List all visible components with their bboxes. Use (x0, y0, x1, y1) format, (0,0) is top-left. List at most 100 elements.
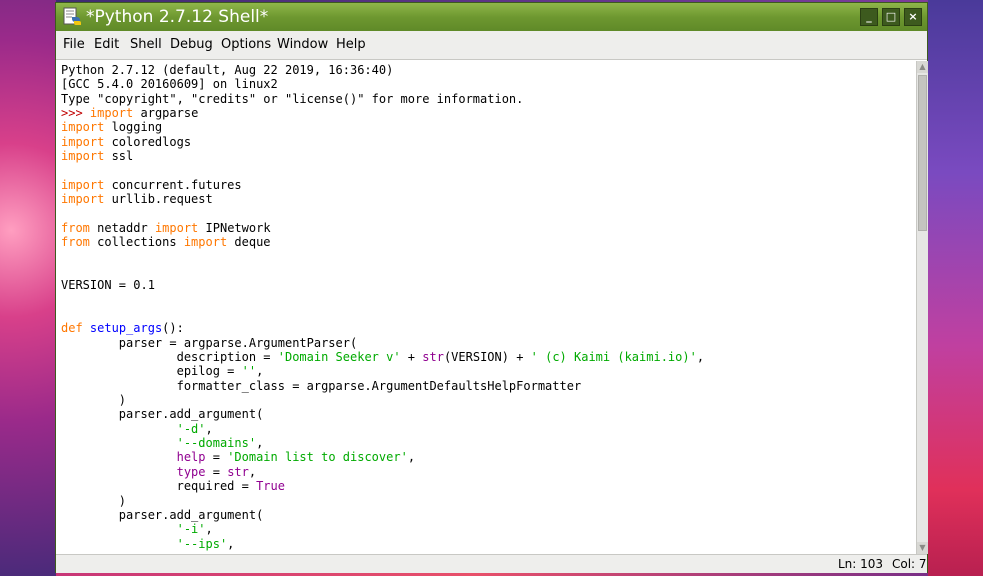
code-line: '--ips', (61, 536, 235, 551)
code-token-normal: ) (61, 493, 127, 508)
code-token-keyword: import (183, 235, 228, 250)
code-token-keyword: import (61, 120, 105, 135)
code-token-string: '-d' (176, 421, 206, 436)
code-token-normal: (): (162, 321, 184, 336)
code-line: required = True (61, 479, 285, 493)
code-token-normal (61, 537, 177, 551)
code-line: formatter_class = argparse.ArgumentDefau… (61, 379, 582, 393)
code-token-normal: (VERSION) + (443, 350, 531, 364)
code-token-keyword: import (61, 177, 105, 192)
menu-debug[interactable]: Debug (170, 37, 213, 53)
code-token-keyword: import (61, 134, 105, 149)
code-token-normal: description = (61, 350, 278, 364)
code-token-normal (61, 465, 177, 479)
code-token-string: '--domains' (176, 436, 257, 451)
code-token-normal: urllib.request (104, 192, 213, 207)
code-token-normal: , (696, 350, 705, 364)
code-line: description = 'Domain Seeker v' + str(VE… (61, 350, 704, 364)
code-token-normal: = (205, 450, 228, 465)
code-token-normal: VERSION = 0.1 (61, 278, 155, 293)
desktop-wallpaper-right (928, 0, 983, 576)
scroll-up-arrow-icon[interactable]: ▲ (917, 61, 928, 73)
code-line: '--domains', (61, 436, 264, 451)
code-token-string: '' (241, 364, 257, 379)
code-token-normal: argparse (133, 106, 199, 121)
menu-window[interactable]: Window (277, 37, 328, 53)
code-token-normal: , (256, 436, 264, 451)
menu-help[interactable]: Help (336, 37, 366, 53)
code-line: parser.add_argument( (61, 508, 264, 522)
code-token-normal: , (248, 464, 257, 479)
code-line: parser = argparse.ArgumentParser( (61, 336, 357, 350)
code-token-keyword: import (61, 149, 105, 164)
code-line: Python 2.7.12 (default, Aug 22 2019, 16:… (61, 63, 393, 77)
python-idle-icon (63, 7, 81, 25)
code-token-normal: ) (61, 393, 127, 408)
menu-options[interactable]: Options (221, 37, 271, 53)
idle-shell-window: *Python 2.7.12 Shell* _ □ × File Edit Sh… (55, 2, 928, 573)
maximize-button[interactable]: □ (882, 8, 900, 26)
code-line: import coloredlogs (61, 135, 191, 149)
code-token-normal: , (205, 421, 213, 436)
window-title: *Python 2.7.12 Shell* (86, 7, 269, 27)
menu-file[interactable]: File (63, 37, 85, 53)
code-token-normal (61, 450, 177, 464)
code-token-normal: = (205, 464, 228, 479)
code-token-normal: , (205, 522, 213, 537)
close-button[interactable]: × (904, 8, 922, 26)
menu-shell[interactable]: Shell (130, 37, 162, 53)
code-token-string: 'Domain Seeker v' (277, 350, 401, 364)
code-token-normal: required = (61, 479, 257, 494)
code-token-builtin: help (176, 450, 206, 465)
code-line: >>> import argparse (61, 106, 198, 120)
code-token-normal: netaddr (89, 220, 155, 235)
code-token-normal: collections (89, 235, 184, 250)
menu-edit[interactable]: Edit (94, 37, 119, 53)
desktop-wallpaper-left (0, 0, 56, 576)
code-token-normal: IPNetwork (198, 220, 271, 235)
titlebar[interactable]: *Python 2.7.12 Shell* _ □ × (56, 3, 927, 31)
code-token-normal: Python 2.7.12 (default, Aug 22 2019, 16:… (61, 63, 394, 77)
scroll-down-arrow-icon[interactable]: ▼ (917, 542, 928, 554)
code-line: VERSION = 0.1 (61, 278, 155, 292)
code-token-string: '--ips' (176, 536, 228, 551)
code-token-normal: parser = argparse.ArgumentParser( (61, 335, 358, 350)
code-token-builtin: str (227, 464, 249, 479)
minimize-button[interactable]: _ (860, 8, 878, 26)
code-line: help = 'Domain list to discover', (61, 450, 415, 464)
code-token-normal: [GCC 5.4.0 20160609] on linux2 (61, 77, 278, 92)
code-token-string: '-i' (176, 522, 206, 537)
code-line: import concurrent.futures (61, 178, 242, 192)
scrollbar-thumb[interactable] (918, 75, 927, 231)
code-token-normal: logging (104, 120, 163, 135)
code-token-normal: Type "copyright", "credits" or "license(… (61, 91, 524, 106)
code-token-normal: coloredlogs (104, 134, 192, 149)
code-token-prompt: >>> (61, 106, 90, 121)
code-line: type = str, (61, 464, 257, 479)
code-token-normal: deque (227, 235, 271, 250)
vertical-scrollbar[interactable]: ▲ ▼ (916, 61, 928, 554)
code-line: import ssl (61, 149, 133, 163)
code-line: epilog = '', (61, 364, 264, 379)
code-token-def: setup_args (89, 321, 163, 336)
shell-text-area[interactable]: Python 2.7.12 (default, Aug 22 2019, 16:… (57, 61, 916, 554)
code-line: [GCC 5.4.0 20160609] on linux2 (61, 77, 278, 91)
code-line: Type "copyright", "credits" or "license(… (61, 92, 523, 106)
code-token-keyword: import (61, 192, 105, 207)
code-token-builtin: True (256, 479, 285, 494)
code-token-builtin: str (422, 350, 444, 364)
code-token-normal: epilog = (61, 364, 242, 379)
code-line: import logging (61, 120, 162, 134)
code-token-normal: concurrent.futures (104, 177, 242, 192)
code-line: from netaddr import IPNetwork (61, 221, 271, 235)
code-line: parser.add_argument( (61, 407, 264, 421)
code-token-keyword: import (89, 106, 134, 121)
code-line: import urllib.request (61, 192, 213, 206)
code-token-normal: + (400, 350, 423, 364)
column-number: Col: 7 (892, 557, 927, 571)
code-token-string: 'Domain list to discover' (227, 450, 408, 465)
code-token-normal (61, 422, 177, 436)
code-token-keyword: import (154, 220, 199, 235)
code-line: from collections import deque (61, 235, 271, 249)
code-token-normal: ssl (104, 149, 134, 164)
